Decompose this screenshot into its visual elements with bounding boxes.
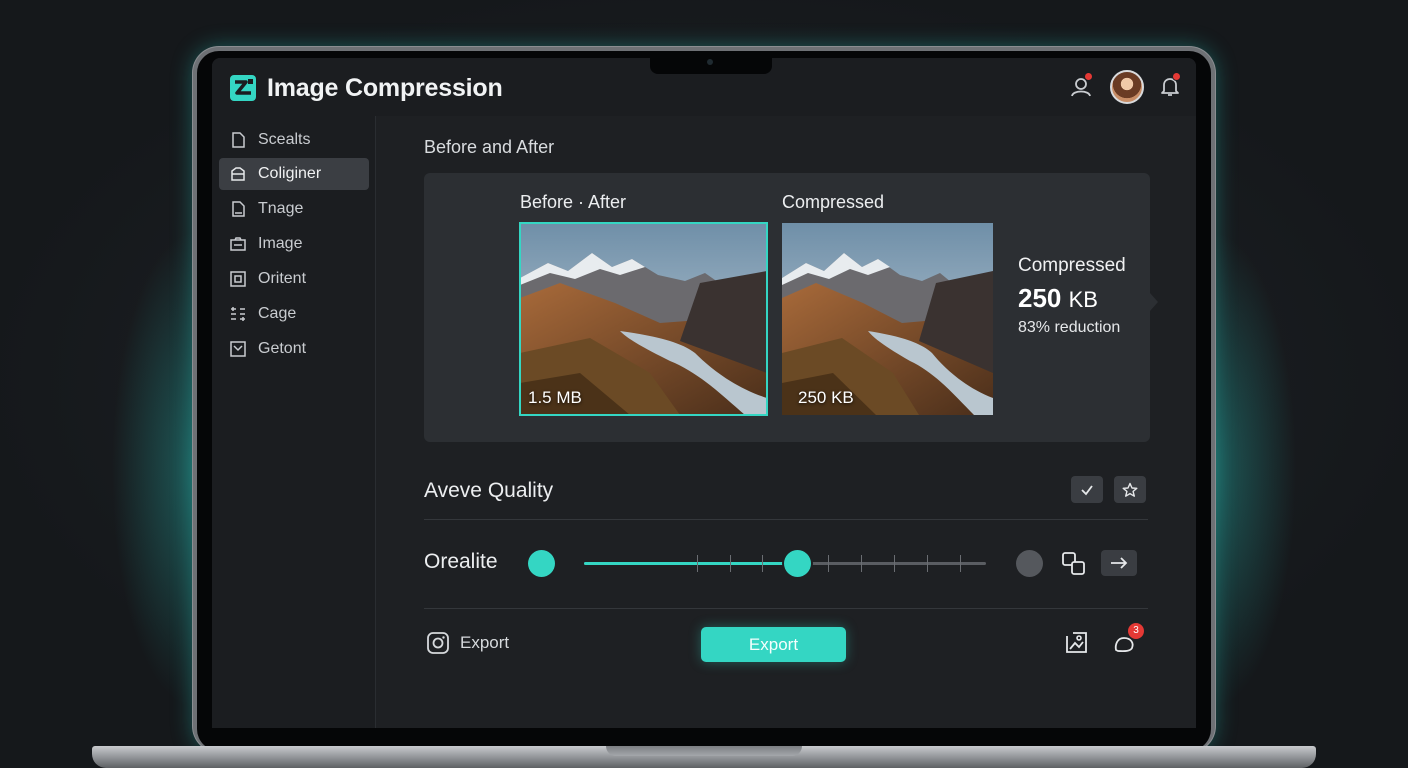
gallery-icon[interactable]	[1064, 630, 1090, 656]
check-box-icon	[230, 341, 246, 357]
sidebar-item-label: Scealts	[258, 131, 311, 148]
divider	[424, 608, 1148, 609]
slider-tick	[960, 555, 962, 572]
grid-icon	[231, 307, 245, 321]
sidebar-item-label: Oritent	[258, 270, 307, 287]
export-button[interactable]: Export	[701, 627, 846, 662]
quality-title: Aveve Quality	[424, 479, 554, 502]
after-size-label: 250 KB	[798, 388, 854, 407]
export-link-label: Export	[460, 633, 510, 652]
sidebar-item-image[interactable]: Image	[219, 228, 369, 260]
next-button[interactable]	[1101, 550, 1137, 576]
panel-pointer	[1150, 293, 1158, 311]
crop-icon	[230, 271, 246, 287]
slider-tick	[861, 555, 863, 572]
compressed-image[interactable]	[782, 223, 993, 415]
quality-slider-thumb[interactable]	[784, 550, 812, 577]
laptop-base-notch	[606, 746, 802, 756]
export-link[interactable]: Export	[426, 631, 509, 655]
sidebar: Scealts Coliginer Tnage Image Oritent Ca…	[212, 116, 376, 728]
sidebar-item-label: Getont	[258, 340, 307, 357]
app-title: Image Compression	[267, 74, 503, 102]
slider-tick	[828, 555, 830, 572]
star-icon	[1122, 482, 1138, 497]
app-window: Image Compression Scealts Coliginer Tnag…	[212, 58, 1196, 728]
size-unit: KB	[1068, 287, 1098, 312]
slider-tick	[762, 555, 764, 572]
slider-tick	[696, 555, 698, 572]
app-logo-icon	[230, 75, 256, 101]
favorite-button[interactable]	[1114, 476, 1146, 503]
mountain-landscape-image	[782, 223, 993, 415]
camera-export-icon	[427, 632, 449, 654]
camera-icon	[707, 59, 713, 65]
quality-slider-fill	[584, 562, 798, 565]
document-icon	[232, 132, 245, 148]
sidebar-item-label: Cage	[258, 305, 297, 322]
before-image[interactable]	[519, 222, 768, 416]
compressed-size-value: 250 KB	[1018, 283, 1098, 314]
reduction-text: 83% reduction	[1018, 319, 1121, 336]
sidebar-item-label: Coliginer	[258, 165, 322, 182]
slider-tick	[729, 555, 731, 572]
notification-badge: 3	[1128, 623, 1144, 639]
sidebar-item-scealts[interactable]: Scealts	[219, 124, 369, 156]
size-number: 250	[1018, 283, 1062, 313]
arrow-right-icon	[1111, 557, 1128, 569]
sidebar-item-label: Image	[258, 235, 303, 252]
stats-title: Compressed	[1018, 255, 1126, 276]
check-icon	[1081, 484, 1093, 495]
confirm-button[interactable]	[1071, 476, 1103, 503]
sidebar-item-oritent[interactable]: Oritent	[219, 263, 369, 295]
bell-notification-dot	[1172, 72, 1181, 81]
sidebar-item-label: Tnage	[258, 200, 304, 217]
sidebar-item-getont[interactable]: Getont	[219, 333, 369, 365]
mountain-landscape-image	[520, 223, 767, 415]
file-image-icon	[232, 201, 245, 217]
image-icon	[230, 237, 246, 251]
sidebar-item-tnage[interactable]: Tnage	[219, 193, 369, 225]
desktop-backdrop: Image Compression Scealts Coliginer Tnag…	[0, 0, 1408, 768]
slider-label: Orealite	[424, 550, 498, 573]
user-notification-dot	[1084, 72, 1093, 81]
max-quality-dot[interactable]	[1016, 550, 1043, 577]
slider-tick	[927, 555, 929, 572]
compare-icon[interactable]	[1061, 551, 1087, 577]
section-title: Before and After	[424, 137, 555, 157]
avatar[interactable]	[1110, 70, 1144, 104]
divider	[424, 519, 1148, 520]
folder-icon	[231, 167, 245, 181]
after-image-label: Compressed	[782, 192, 885, 212]
before-size-label: 1.5 MB	[528, 388, 582, 407]
quality-slider-track[interactable]	[584, 550, 986, 577]
slider-tick	[894, 555, 896, 572]
sidebar-item-coliginer[interactable]: Coliginer	[219, 158, 369, 190]
sidebar-item-cage[interactable]: Cage	[219, 298, 369, 330]
min-quality-dot[interactable]	[528, 550, 555, 577]
before-image-label: Before · After	[520, 192, 627, 212]
